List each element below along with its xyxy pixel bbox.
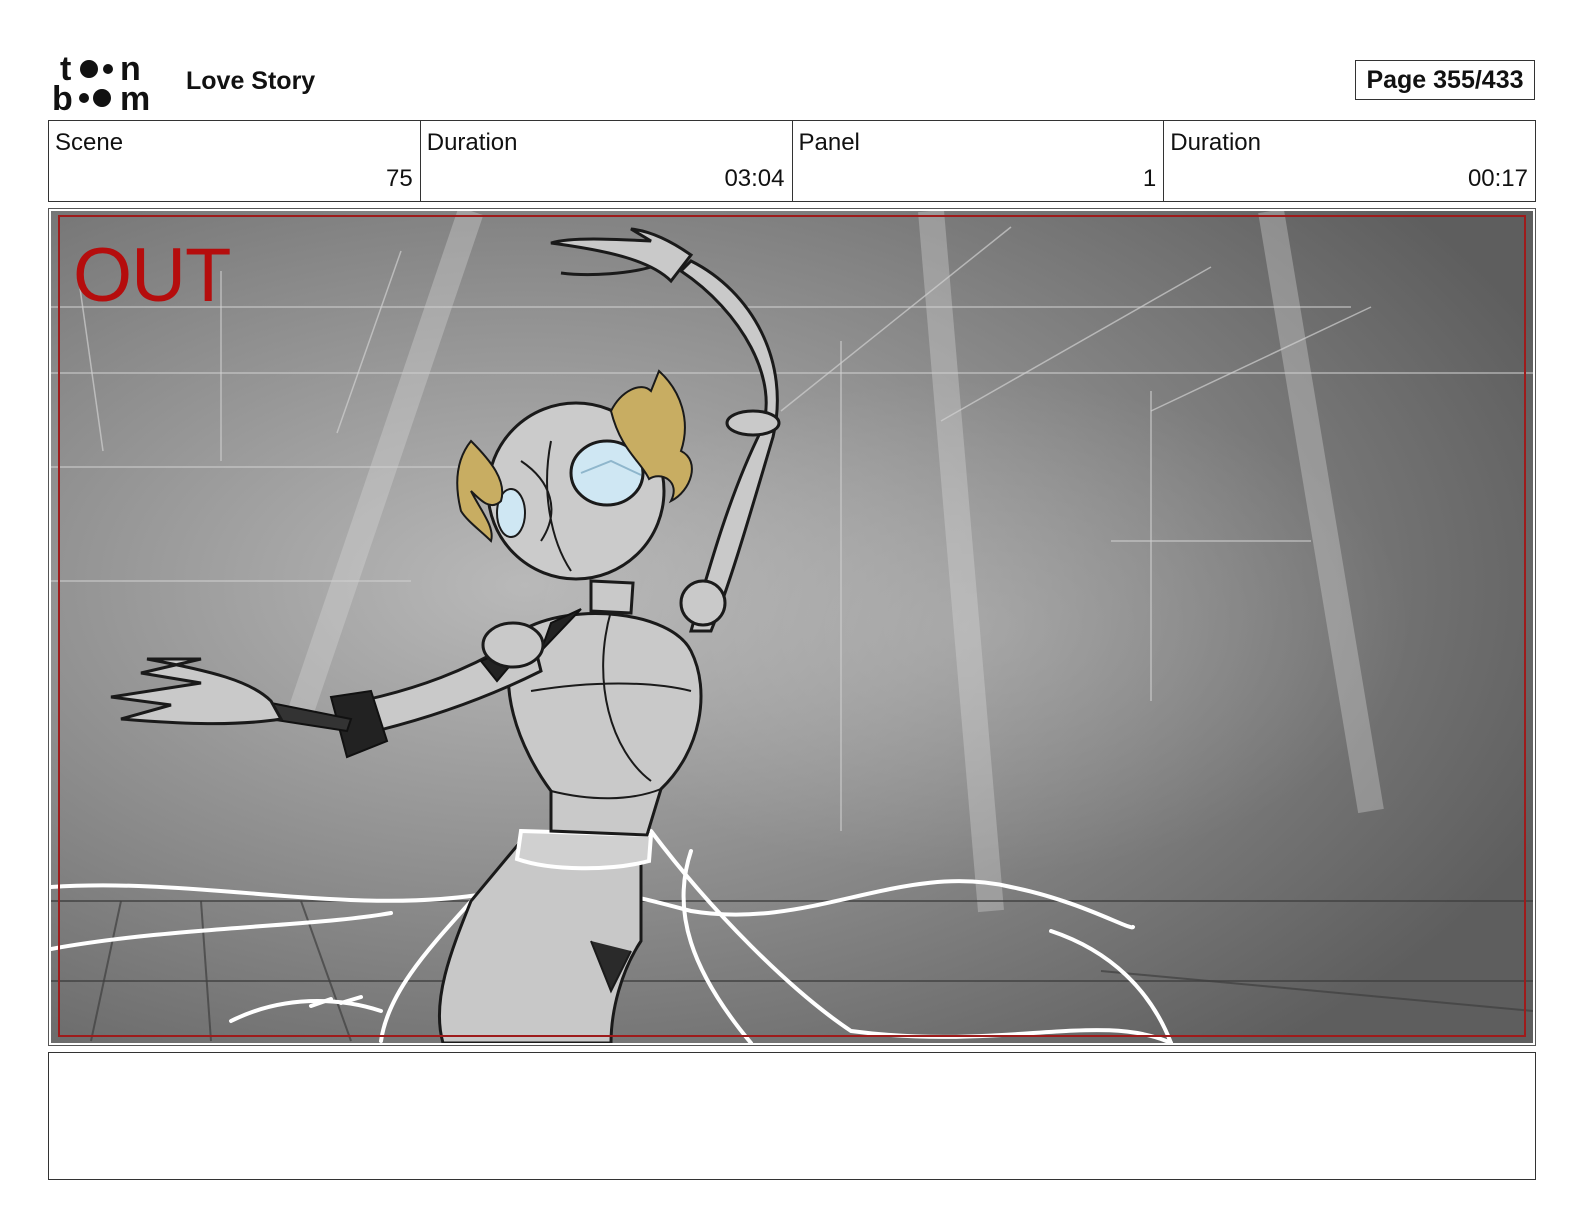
scene-cell: Scene 75 <box>49 121 421 201</box>
toon-boom-logo: t n b m <box>52 52 150 112</box>
scene-duration-cell: Duration 03:04 <box>421 121 793 201</box>
panel-duration-cell: Duration 00:17 <box>1164 121 1535 201</box>
panel-duration-value: 00:17 <box>1467 165 1528 192</box>
panel-duration-label: Duration <box>1170 129 1261 156</box>
logo-bottom-text: b <box>52 80 73 112</box>
scene-label: Scene <box>55 129 124 156</box>
scene-duration-value: 03:04 <box>724 165 785 192</box>
scene-value: 75 <box>386 165 413 192</box>
panel-label: Panel <box>798 129 860 156</box>
panel-sketch <box>51 211 1533 1043</box>
panel-value: 1 <box>1142 165 1157 192</box>
project-title: Love Story <box>186 67 316 95</box>
page-indicator: Page 355/433 <box>1355 60 1535 100</box>
scene-duration-label: Duration <box>426 129 518 156</box>
svg-text:m: m <box>120 80 150 112</box>
out-overlay-label: OUT <box>73 233 231 318</box>
panel-notes-box <box>48 1052 1536 1180</box>
scene-info-bar: Scene 75 Duration 03:04 Panel 1 Duration… <box>48 120 1536 202</box>
panel-cell: Panel 1 <box>793 121 1165 201</box>
storyboard-panel <box>48 208 1536 1046</box>
